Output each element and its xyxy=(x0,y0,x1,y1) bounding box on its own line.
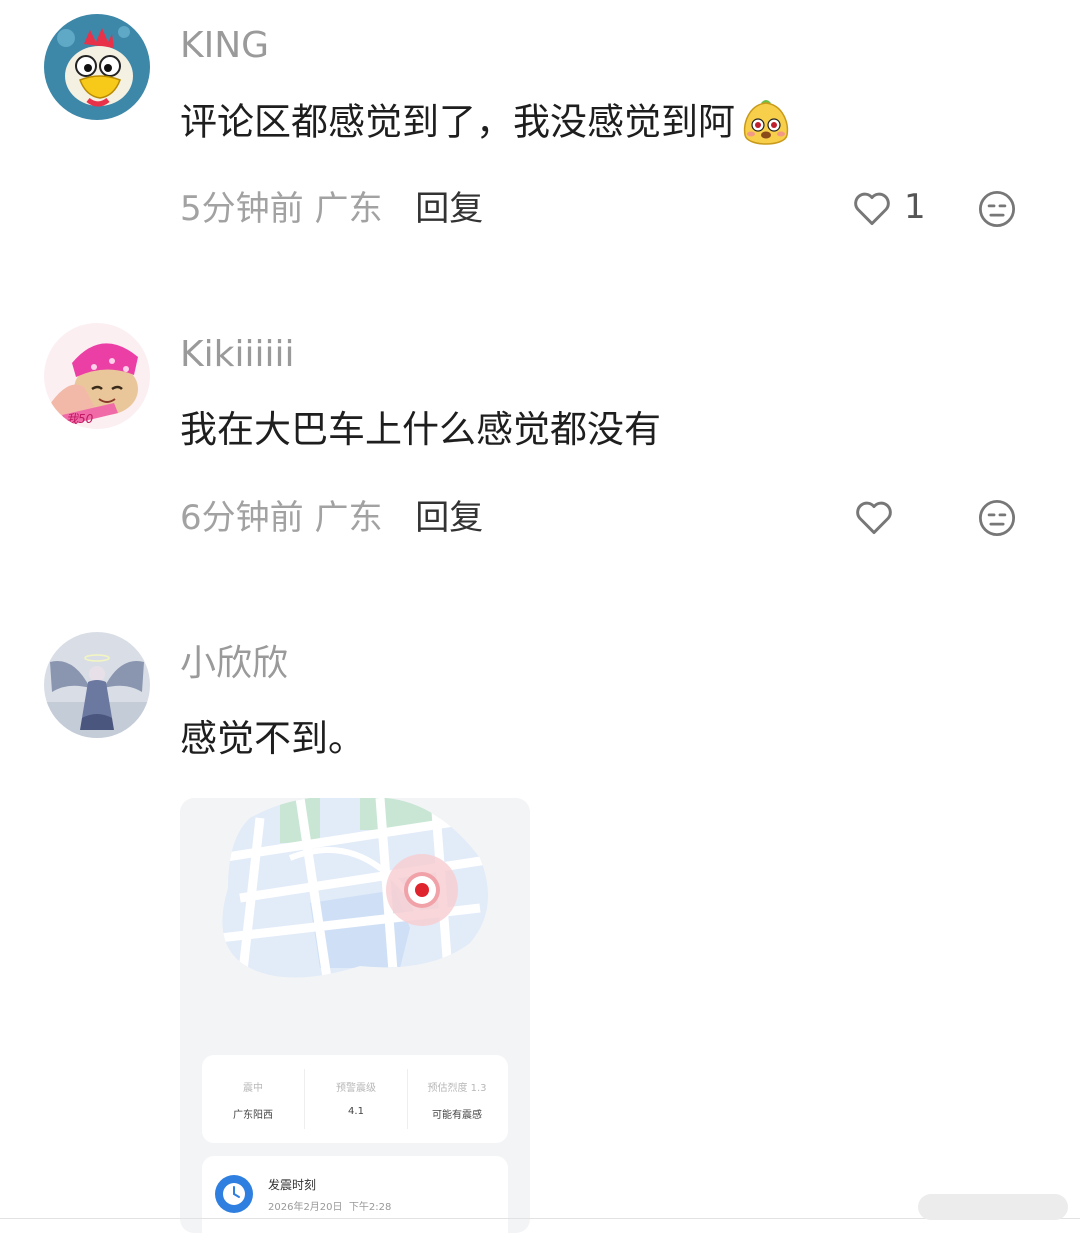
attached-image[interactable]: 震中 广东阳西 预警震级 4.1 预估烈度 1.3 可能有震感 发震时刻 202… xyxy=(180,798,530,1233)
info-epicenter: 震中 广东阳西 xyxy=(202,1055,304,1121)
meh-face-icon[interactable] xyxy=(976,497,1018,539)
quake-time-card: 发震时刻 2026年2月20日 下午2:28 xyxy=(202,1156,508,1233)
reply-button[interactable]: 回复 xyxy=(415,189,483,229)
comment-meta: 5分钟前 广东 回复 xyxy=(180,187,483,231)
divider xyxy=(0,1218,1080,1219)
info-value: 广东阳西 xyxy=(233,1110,273,1121)
location: 广东 xyxy=(314,189,383,229)
username[interactable]: KING xyxy=(180,24,269,68)
reply-button[interactable]: 回复 xyxy=(415,498,483,538)
meh-face-icon[interactable] xyxy=(976,188,1018,230)
comment-text: 我在大巴车上什么感觉都没有 xyxy=(180,408,661,451)
info-magnitude: 预警震级 4.1 xyxy=(304,1069,408,1129)
info-value: 4.1 xyxy=(348,1106,364,1117)
quake-info-card: 震中 广东阳西 预警震级 4.1 预估烈度 1.3 可能有震感 xyxy=(202,1055,508,1143)
comment-item: KING 评论区都感觉到了，我没感觉到阿 5分钟前 广东 回复 1 xyxy=(0,0,1080,300)
comment-text: 评论区都感觉到了，我没感觉到阿 xyxy=(180,97,793,151)
like-count: 1 xyxy=(904,187,926,227)
heart-outline-icon[interactable] xyxy=(850,186,894,230)
comment-text-content: 评论区都感觉到了，我没感觉到阿 xyxy=(180,100,735,144)
avatar[interactable] xyxy=(44,14,150,120)
comment-item: 小欣欣 感觉不到。 xyxy=(0,600,1080,1233)
comment-text: 感觉不到。 xyxy=(180,717,365,760)
avatar[interactable] xyxy=(44,632,150,738)
timestamp: 5分钟前 xyxy=(180,189,304,229)
avatar[interactable]: 我50 xyxy=(44,323,150,429)
location: 广东 xyxy=(314,498,383,538)
home-indicator[interactable] xyxy=(918,1194,1068,1220)
info-intensity: 预估烈度 1.3 可能有震感 xyxy=(406,1055,508,1121)
info-label: 预警震级 xyxy=(336,1083,376,1094)
map-illustration xyxy=(222,798,489,978)
timestamp: 6分钟前 xyxy=(180,498,304,538)
info-label: 预估烈度 1.3 xyxy=(427,1083,487,1094)
clock-icon xyxy=(214,1174,254,1214)
fruit-emoji-icon xyxy=(739,97,793,151)
time-title: 发震时刻 xyxy=(268,1178,317,1192)
info-label: 震中 xyxy=(243,1083,263,1094)
time-value: 2026年2月20日 下午2:28 xyxy=(268,1202,392,1213)
svg-text:我50: 我50 xyxy=(66,412,94,426)
comment-item: 我50 Kikiiiiii 我在大巴车上什么感觉都没有 6分钟前 广东 回复 xyxy=(0,300,1080,600)
heart-outline-icon[interactable] xyxy=(852,495,896,539)
username[interactable]: Kikiiiiii xyxy=(180,333,294,377)
info-value: 可能有震感 xyxy=(432,1110,482,1121)
username[interactable]: 小欣欣 xyxy=(180,642,288,686)
comment-meta: 6分钟前 广东 回复 xyxy=(180,496,483,540)
